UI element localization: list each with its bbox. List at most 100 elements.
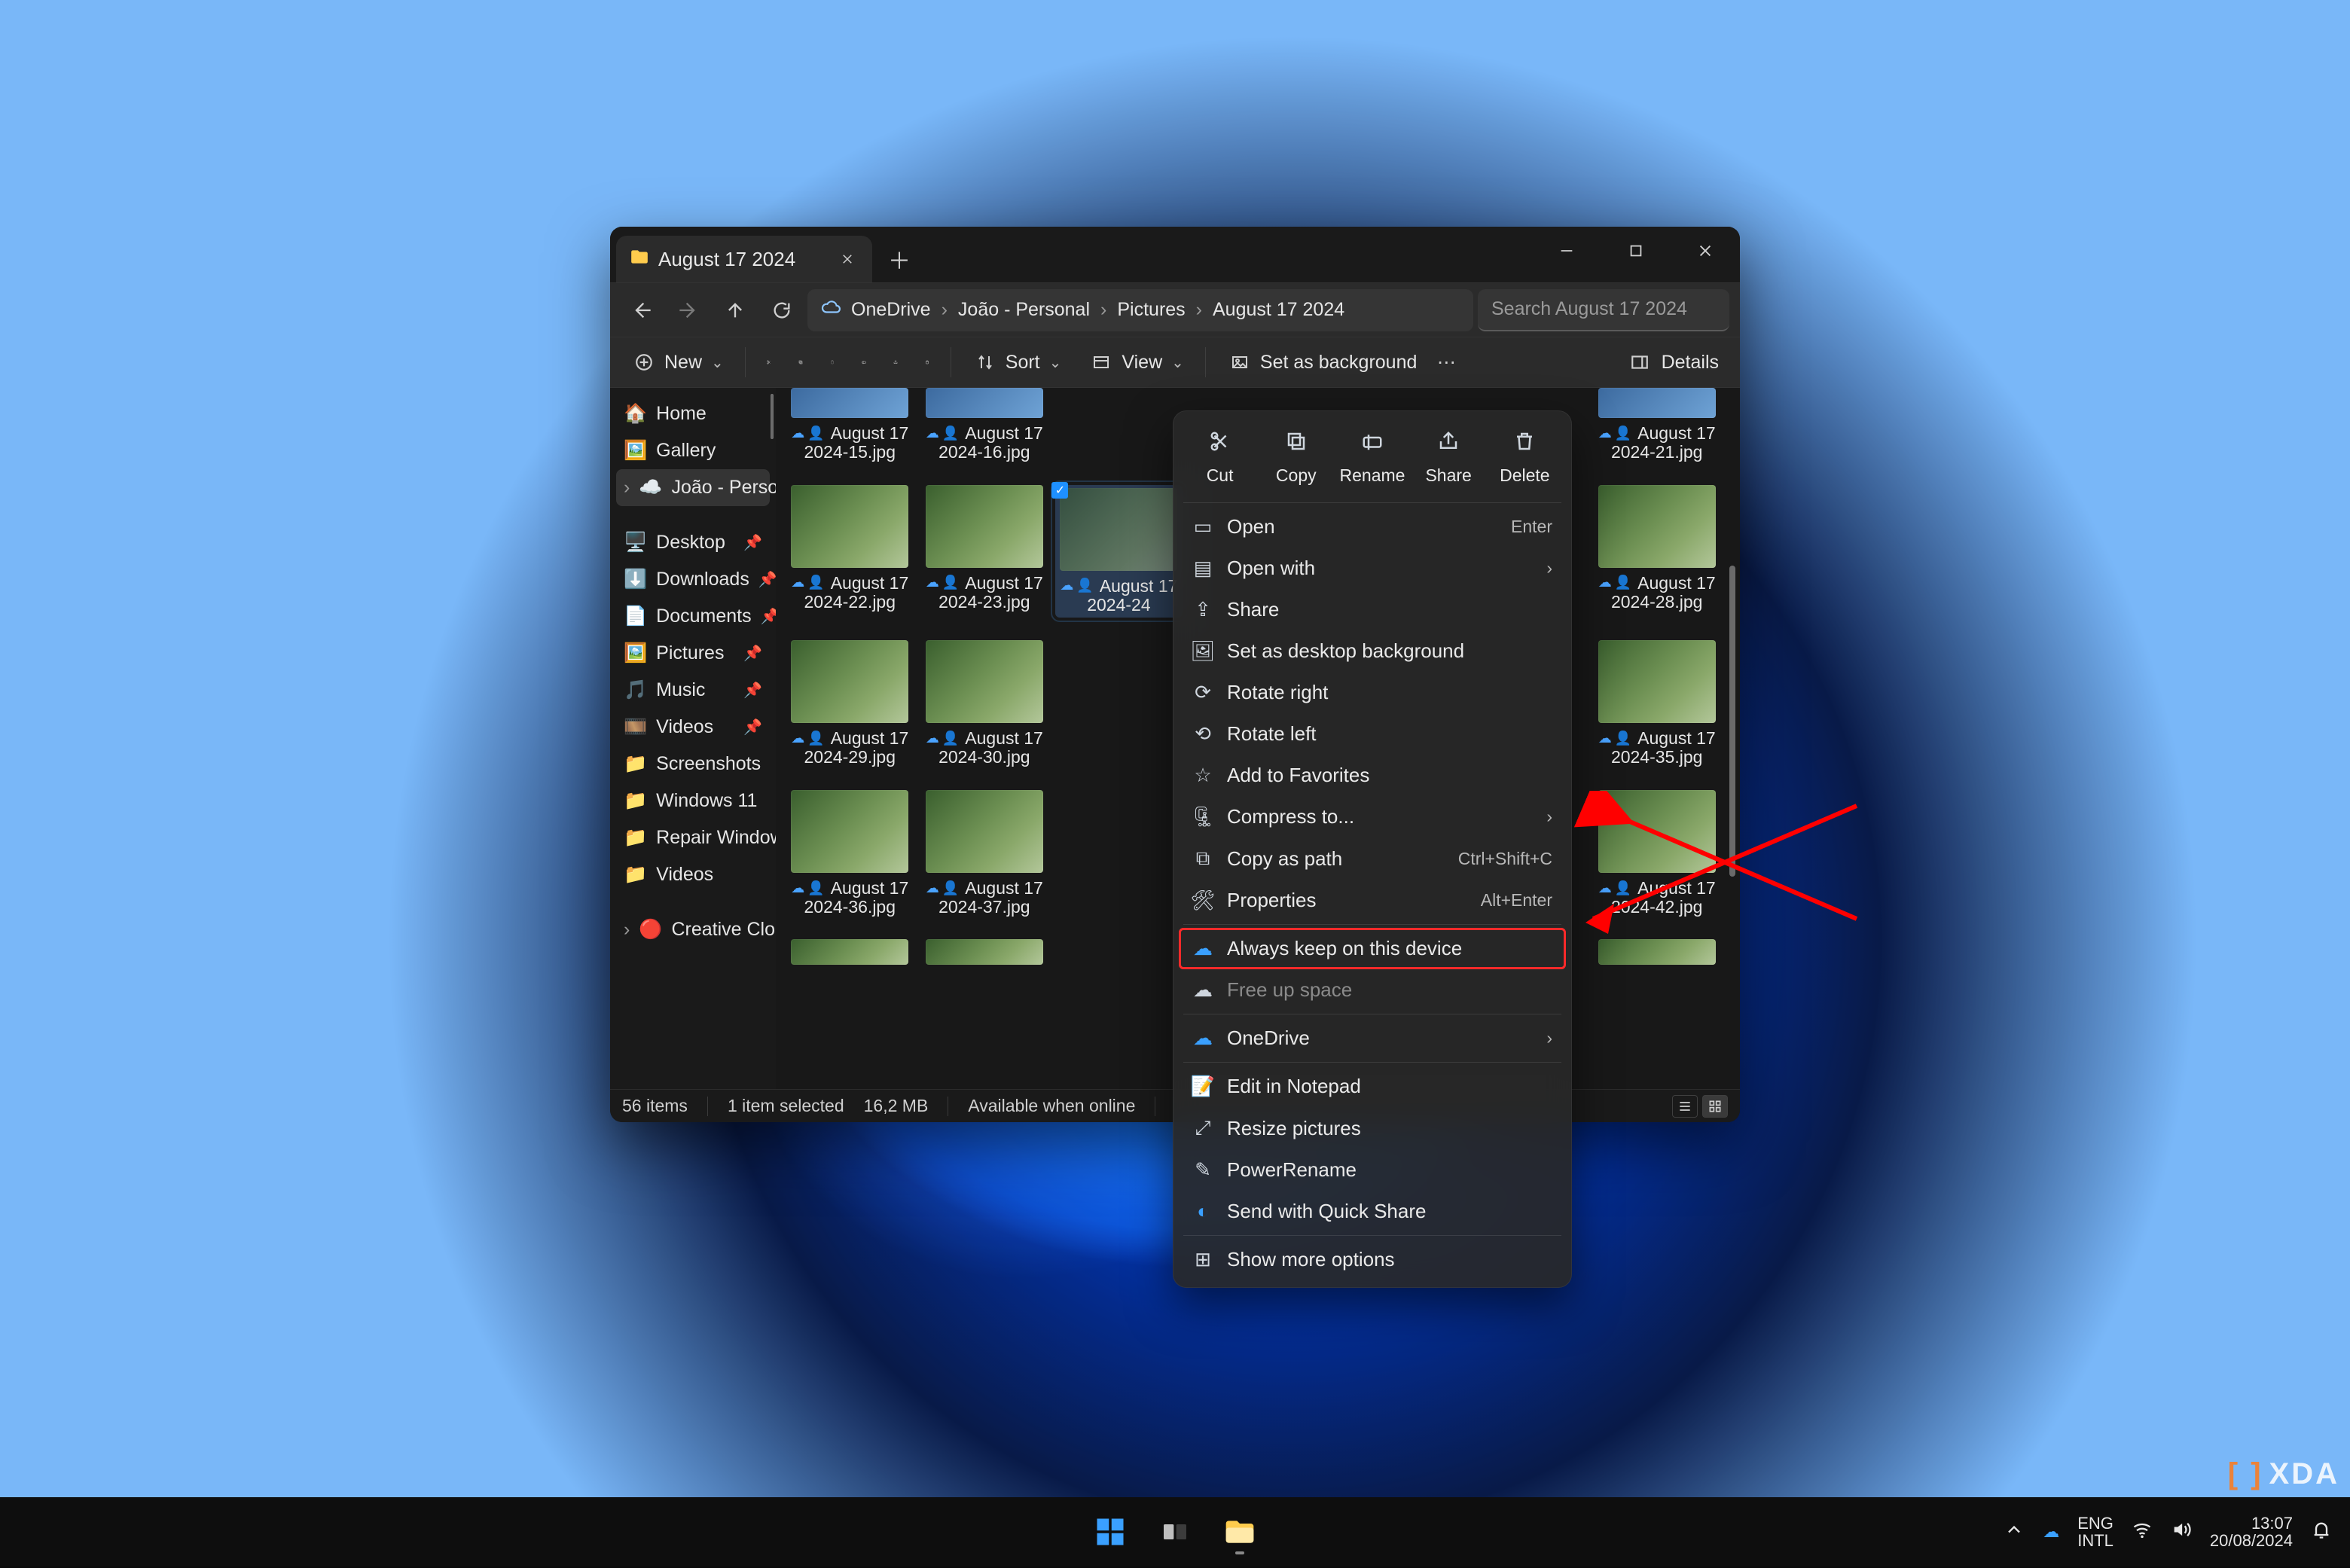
file-name-line1: August 17 [1637,729,1716,748]
file-item[interactable]: ☁👤August 172024-29.jpg [786,640,914,767]
nav-forward-button[interactable] [667,289,710,331]
language-indicator[interactable]: ENG INTL [2077,1515,2113,1549]
breadcrumb-item[interactable]: João - Personal [958,299,1090,321]
explorer-taskbar-icon[interactable] [1214,1506,1265,1557]
ctx-copy-path[interactable]: ⧉Copy as pathCtrl+Shift+C [1179,837,1566,880]
file-item[interactable] [1593,939,1720,965]
file-item[interactable]: ☁👤August 172024-30.jpg [921,640,1048,767]
file-thumbnail [1598,939,1716,965]
toolbar-more-button[interactable]: ⋯ [1433,349,1459,375]
shared-status-icon: 👤 [807,426,824,441]
file-item[interactable]: ☁👤August 172024-35.jpg [1593,640,1720,767]
ctx-resize-pictures[interactable]: ⤢Resize pictures [1179,1107,1566,1149]
file-item[interactable]: ☁👤August 172024-28.jpg [1593,485,1720,618]
breadcrumb[interactable]: OneDrive› João - Personal› Pictures› Aug… [807,289,1473,331]
toolbar-set-background-button[interactable]: Set as background [1216,343,1427,381]
sidebar-item-personal[interactable]: ›☁️João - Personal [616,469,770,506]
volume-icon[interactable] [2171,1519,2192,1545]
content-scrollbar[interactable] [1729,392,1735,1084]
toolbar-share-button[interactable] [883,349,908,375]
file-item[interactable]: ☁👤August 172024-22.jpg [786,485,914,618]
view-list-button[interactable] [1672,1095,1698,1118]
toolbar-details-button[interactable]: Details [1616,343,1729,381]
file-thumbnail [1598,640,1716,723]
toolbar-cut-button[interactable] [756,349,782,375]
ctx-rename-button[interactable]: Rename [1336,426,1408,490]
ctx-share-button[interactable]: Share [1412,426,1485,490]
ctx-open-with[interactable]: ▤Open with› [1179,548,1566,589]
file-item[interactable]: ☁👤August 172024-37.jpg [921,790,1048,917]
file-item[interactable]: ☁👤August 172024-36.jpg [786,790,914,917]
tab-current[interactable]: August 17 2024 [616,236,872,282]
ctx-quick-share[interactable]: ◐Send with Quick Share [1179,1191,1566,1232]
sidebar-item-creative-cloud[interactable]: ›🔴Creative Cloud F [616,911,770,948]
cloud-status-icon: ☁ [926,575,939,590]
ctx-rotate-right[interactable]: ⟳Rotate right [1179,672,1566,713]
file-name-line2: 2024-21.jpg [1611,443,1703,462]
toolbar-rename-button[interactable] [851,349,877,375]
toolbar-delete-button[interactable] [914,349,940,375]
view-icons-button[interactable] [1702,1095,1728,1118]
breadcrumb-item[interactable]: OneDrive [851,299,931,321]
sidebar-item-videos[interactable]: 🎞️Videos📌 [616,709,770,746]
sidebar-item-pictures[interactable]: 🖼️Pictures📌 [616,635,770,672]
file-item[interactable]: ✓☁👤August 172024-24 [1055,485,1183,618]
ctx-powerrename[interactable]: ✎PowerRename [1179,1149,1566,1191]
taskview-button[interactable] [1149,1506,1201,1557]
maximize-button[interactable] [1601,227,1671,275]
ctx-set-bg[interactable]: 🖼Set as desktop background [1179,630,1566,672]
breadcrumb-item[interactable]: August 17 2024 [1213,299,1344,321]
file-item[interactable] [786,939,914,965]
ctx-edit-notepad[interactable]: 📝Edit in Notepad [1179,1066,1566,1107]
close-button[interactable] [1671,227,1740,275]
ctx-copy-button[interactable]: Copy [1260,426,1332,490]
ctx-delete-button[interactable]: Delete [1488,426,1561,490]
wifi-icon[interactable] [2132,1519,2153,1545]
ctx-open[interactable]: ▭OpenEnter [1179,506,1566,548]
sidebar-scrollbar[interactable] [771,394,774,1067]
ctx-compress[interactable]: 🗜Compress to...› [1179,796,1566,837]
file-item[interactable]: ☁👤August 172024-16.jpg [921,388,1048,462]
sidebar-item-documents[interactable]: 📄Documents📌 [616,598,770,635]
tray-onedrive-icon[interactable]: ☁ [2043,1522,2059,1542]
search-input[interactable]: Search August 17 2024 [1478,289,1729,331]
sidebar-item-downloads[interactable]: ⬇️Downloads📌 [616,561,770,598]
toolbar-view-button[interactable]: View⌄ [1078,343,1195,381]
toolbar-paste-button[interactable] [819,349,845,375]
sidebar-item-windows11[interactable]: 📁Windows 11 [616,782,770,819]
ctx-show-more[interactable]: ⊞Show more options [1179,1239,1566,1280]
notifications-icon[interactable] [2311,1519,2332,1545]
breadcrumb-item[interactable]: Pictures [1117,299,1185,321]
nav-up-button[interactable] [714,289,756,331]
ctx-share[interactable]: ⇪Share [1179,589,1566,630]
ctx-always-keep[interactable]: ☁Always keep on this device [1179,928,1566,969]
ctx-cut-button[interactable]: Cut [1184,426,1256,490]
clock[interactable]: 13:07 20/08/2024 [2210,1515,2293,1549]
file-item[interactable]: ☁👤August 172024-42.jpg [1593,790,1720,917]
ctx-add-favorites[interactable]: ☆Add to Favorites [1179,755,1566,796]
file-item[interactable]: ☁👤August 172024-15.jpg [786,388,914,462]
nav-back-button[interactable] [621,289,663,331]
file-item[interactable]: ☁👤August 172024-21.jpg [1593,388,1720,462]
ctx-rotate-left[interactable]: ⟲Rotate left [1179,713,1566,755]
sidebar-item-screenshots[interactable]: 📁Screenshots [616,746,770,782]
toolbar-new-button[interactable]: New⌄ [621,343,734,381]
nav-refresh-button[interactable] [761,289,803,331]
file-item[interactable]: ☁👤August 172024-23.jpg [921,485,1048,618]
sidebar-item-videos2[interactable]: 📁Videos [616,856,770,893]
file-item[interactable] [921,939,1048,965]
toolbar-sort-button[interactable]: Sort⌄ [962,343,1073,381]
sidebar-item-repair[interactable]: 📁Repair Windows [616,819,770,856]
sidebar-item-music[interactable]: 🎵Music📌 [616,672,770,709]
sidebar-item-home[interactable]: 🏠Home [616,395,770,432]
tab-close-button[interactable] [833,245,862,273]
minimize-button[interactable] [1532,227,1601,275]
ctx-properties[interactable]: 🛠PropertiesAlt+Enter [1179,880,1566,921]
sidebar-item-gallery[interactable]: 🖼️Gallery [616,432,770,469]
toolbar-copy-button[interactable] [788,349,813,375]
tray-chevron-icon[interactable] [2004,1519,2025,1545]
tab-add-button[interactable]: ＋ [872,236,926,282]
sidebar-item-desktop[interactable]: 🖥️Desktop📌 [616,524,770,561]
ctx-onedrive[interactable]: ☁OneDrive› [1179,1017,1566,1059]
start-button[interactable] [1085,1506,1136,1557]
